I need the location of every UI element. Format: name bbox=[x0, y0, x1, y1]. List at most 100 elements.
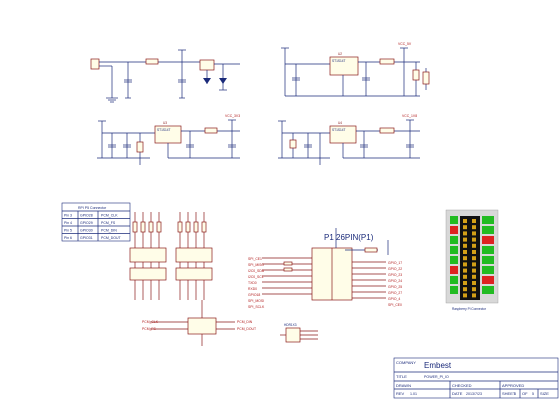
resistor bbox=[283, 261, 293, 266]
svg-text:GPIO_22: GPIO_22 bbox=[388, 267, 402, 271]
rev-label: REV bbox=[396, 391, 405, 396]
resistor bbox=[412, 69, 420, 81]
svg-text:VCC_5V: VCC_5V bbox=[398, 42, 412, 46]
power-jack bbox=[90, 58, 100, 70]
svg-text:GPIO_4: GPIO_4 bbox=[388, 297, 400, 301]
svg-text:U4: U4 bbox=[338, 121, 342, 125]
header-pin bbox=[472, 293, 476, 298]
svg-text:PCM_DIN: PCM_DIN bbox=[237, 320, 253, 324]
svg-text:I2C0_SDA: I2C0_SDA bbox=[248, 269, 265, 273]
svg-text:PCM_FS: PCM_FS bbox=[142, 327, 156, 331]
resistor bbox=[422, 71, 430, 85]
resistor bbox=[148, 221, 154, 233]
header-pin bbox=[472, 219, 476, 223]
rpi-p5-table: RPI P5 Connector Pin 3 GPIO28 PCM_CLK Pi… bbox=[61, 202, 131, 242]
header-pin bbox=[472, 262, 476, 267]
header-pin bbox=[472, 256, 476, 261]
inductor bbox=[379, 127, 395, 134]
pcm-connector-block: PCM_CLK PCM_FS PCM_DIN PCM_DOUT bbox=[142, 300, 256, 346]
svg-text:GPIO_24: GPIO_24 bbox=[388, 279, 402, 283]
header-pin bbox=[472, 231, 476, 236]
pin-label-box bbox=[450, 286, 458, 294]
header-pin bbox=[472, 237, 476, 242]
svg-text:Pin 3: Pin 3 bbox=[64, 214, 72, 218]
header-pin bbox=[463, 268, 467, 273]
header-pin bbox=[463, 281, 467, 285]
resistor bbox=[364, 247, 378, 253]
svg-text:ST1S14T: ST1S14T bbox=[157, 128, 171, 132]
diode bbox=[203, 78, 211, 84]
pin-label-box bbox=[450, 226, 458, 234]
header-pin bbox=[463, 262, 467, 267]
resistor bbox=[132, 221, 138, 233]
sheet-value: 5 bbox=[514, 392, 516, 396]
svg-text:PCM_FS: PCM_FS bbox=[101, 221, 116, 225]
pin-label-box bbox=[450, 266, 458, 274]
transistor-array bbox=[175, 247, 213, 263]
header-left-wires: SPI_CE1 SPI_MISO I2C0_SDA I2C0_SCL TXD0 … bbox=[248, 257, 312, 309]
inductor bbox=[379, 58, 395, 65]
svg-text:RXD0: RXD0 bbox=[248, 287, 257, 291]
header-pin bbox=[463, 293, 467, 298]
pin-label-box bbox=[482, 226, 494, 234]
checked-label: CHECKED bbox=[452, 383, 472, 388]
header-pin bbox=[463, 274, 467, 279]
svg-text:HDR1X3: HDR1X3 bbox=[284, 323, 297, 327]
header-pin bbox=[463, 237, 467, 242]
header-pin bbox=[463, 256, 467, 261]
resistor bbox=[185, 221, 191, 233]
header-pin bbox=[472, 281, 476, 285]
date-value: 2013/7/23 bbox=[466, 392, 482, 396]
svg-text:Pin 6: Pin 6 bbox=[64, 236, 72, 240]
svg-text:GPIO_17: GPIO_17 bbox=[388, 261, 402, 265]
rev-value: 1.01 bbox=[410, 392, 417, 396]
table-title: RPI P5 Connector bbox=[78, 206, 107, 210]
svg-text:PCM_CLK: PCM_CLK bbox=[142, 320, 159, 324]
svg-text:VCC_1V8: VCC_1V8 bbox=[402, 114, 417, 118]
svg-text:GPIO18: GPIO18 bbox=[248, 293, 260, 297]
of-label: OF bbox=[522, 391, 528, 396]
resistor bbox=[201, 221, 207, 233]
resistor bbox=[140, 221, 146, 233]
header-pin bbox=[472, 268, 476, 273]
header-pin bbox=[472, 243, 476, 248]
inductor bbox=[204, 127, 218, 134]
resistor bbox=[156, 221, 162, 233]
svg-text:GPIO30: GPIO30 bbox=[80, 229, 93, 233]
svg-text:GPIO29: GPIO29 bbox=[80, 221, 93, 225]
svg-text:PCM_DOUT: PCM_DOUT bbox=[237, 327, 256, 331]
pin-label-box bbox=[482, 256, 494, 264]
drawn-label: DRAWN bbox=[396, 383, 411, 388]
header-pin bbox=[463, 231, 467, 236]
hdr-1x3-block: HDR1X3 bbox=[280, 323, 318, 343]
rpi-connector-image: Raspberry Pi Connector bbox=[445, 209, 499, 311]
pin-label-box bbox=[482, 236, 494, 244]
svg-text:GPIO31: GPIO31 bbox=[80, 236, 93, 240]
svg-text:SPI_MISO: SPI_MISO bbox=[248, 263, 264, 267]
pin-label-box bbox=[450, 276, 458, 284]
header-pin bbox=[463, 219, 467, 223]
header-right-wires: GPIO_17 GPIO_22 GPIO_23 GPIO_24 GPIO_25 … bbox=[352, 261, 402, 307]
header-pin bbox=[472, 287, 476, 292]
svg-text:PCM_DOUT: PCM_DOUT bbox=[101, 236, 122, 240]
resistor bbox=[283, 267, 293, 272]
pin-label-box bbox=[450, 246, 458, 254]
pin-label-box bbox=[450, 216, 458, 224]
pin-label-box bbox=[450, 256, 458, 264]
svg-text:SPI_SCLK: SPI_SCLK bbox=[248, 305, 265, 309]
pin-label-box bbox=[482, 246, 494, 254]
header-pin bbox=[463, 250, 467, 254]
pin-label-box bbox=[450, 236, 458, 244]
resistor bbox=[289, 139, 297, 149]
svg-text:VCC_3V3: VCC_3V3 bbox=[225, 114, 240, 118]
header-pin bbox=[472, 250, 476, 254]
svg-text:U3: U3 bbox=[163, 121, 167, 125]
transistor-array bbox=[129, 267, 167, 281]
header-pin bbox=[472, 225, 476, 230]
svg-text:GPIO_25: GPIO_25 bbox=[388, 285, 402, 289]
transistor-array bbox=[175, 267, 213, 281]
svg-text:PCM_CLK: PCM_CLK bbox=[101, 214, 118, 218]
title-block: COMPANY Embest TITLE POWER_PI_IO DRAWN C… bbox=[393, 357, 559, 399]
level-shifter-block bbox=[129, 212, 213, 300]
fuse bbox=[145, 58, 159, 65]
